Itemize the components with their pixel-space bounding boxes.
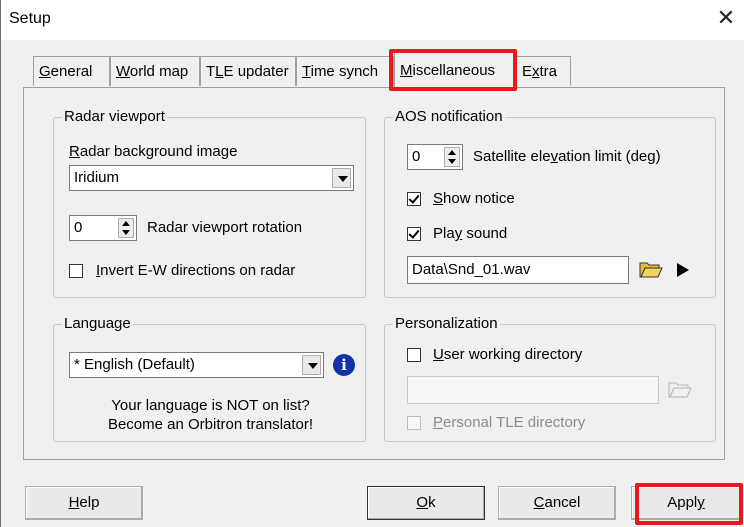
chevron-down-icon[interactable] bbox=[302, 355, 321, 375]
invert-ew-checkbox[interactable] bbox=[69, 264, 83, 278]
radar-rotation-label: Radar viewport rotation bbox=[147, 219, 303, 236]
personal-tle-dir-checkbox[interactable] bbox=[407, 416, 421, 430]
language-group: Language * English (Default) i Your lang… bbox=[53, 315, 366, 442]
personal-tle-dir-label: Personal TLE directory bbox=[433, 414, 586, 431]
play-sound-checkbox[interactable] bbox=[407, 227, 421, 241]
invert-ew-label: Invert E-W directions on radar bbox=[96, 262, 296, 279]
user-working-dir-label: User working directory bbox=[433, 346, 583, 363]
aos-notification-title: AOS notification bbox=[393, 108, 505, 126]
chevron-down-icon[interactable] bbox=[332, 168, 351, 188]
setup-dialog: Setup ✕ General World map TLE updater Ti… bbox=[0, 0, 744, 527]
help-button[interactable]: Help bbox=[25, 486, 143, 520]
play-icon[interactable] bbox=[677, 263, 689, 277]
spin-arrows-icon[interactable] bbox=[118, 218, 134, 238]
radar-rotation-stepper[interactable]: 0 bbox=[69, 215, 137, 241]
radar-bg-select[interactable]: Iridium bbox=[69, 165, 354, 191]
language-note-line2: Become an Orbitron translator! bbox=[107, 416, 314, 433]
apply-button[interactable]: Apply bbox=[631, 486, 741, 520]
title-bar: Setup ✕ bbox=[1, 0, 744, 40]
ok-button[interactable]: Ok bbox=[367, 486, 485, 520]
window-title: Setup bbox=[9, 10, 51, 27]
show-notice-label: Show notice bbox=[433, 190, 515, 207]
personalization-group: Personalization User working directory P… bbox=[384, 315, 716, 442]
radar-viewport-group: Radar viewport Radar background image Ir… bbox=[53, 108, 366, 298]
open-folder-icon bbox=[668, 382, 692, 398]
aos-notification-group: AOS notification 0 Satellite elevation l… bbox=[384, 108, 716, 298]
info-icon[interactable]: i bbox=[333, 354, 355, 376]
tab-general[interactable]: General bbox=[33, 56, 110, 86]
user-working-dir-checkbox[interactable] bbox=[407, 348, 421, 362]
close-icon[interactable]: ✕ bbox=[713, 6, 739, 32]
tab-tle-updater[interactable]: TLE updater bbox=[200, 56, 296, 86]
open-folder-icon[interactable] bbox=[639, 259, 663, 279]
user-working-dir-input[interactable] bbox=[407, 376, 659, 404]
language-title: Language bbox=[62, 315, 133, 333]
language-note-line1: Your language is NOT on list? bbox=[111, 397, 310, 414]
radar-bg-label: Radar background image bbox=[69, 143, 238, 160]
show-notice-checkbox[interactable] bbox=[407, 192, 421, 206]
tab-miscellaneous[interactable]: Miscellaneous bbox=[394, 52, 516, 88]
sound-file-input[interactable]: Data\Snd_01.wav bbox=[407, 256, 629, 284]
personalization-title: Personalization bbox=[393, 315, 500, 333]
spin-arrows-icon[interactable] bbox=[444, 147, 460, 167]
elevation-limit-stepper[interactable]: 0 bbox=[407, 144, 463, 170]
radar-viewport-title: Radar viewport bbox=[62, 108, 167, 126]
cancel-button[interactable]: Cancel bbox=[498, 486, 616, 520]
play-sound-label: Play sound bbox=[433, 225, 508, 242]
tab-extra[interactable]: Extra bbox=[516, 56, 571, 86]
elevation-limit-label: Satellite elevation limit (deg) bbox=[473, 148, 661, 165]
tab-world-map[interactable]: World map bbox=[110, 56, 200, 86]
tab-time-synch[interactable]: Time synch bbox=[296, 56, 394, 86]
language-select[interactable]: * English (Default) bbox=[69, 352, 324, 378]
